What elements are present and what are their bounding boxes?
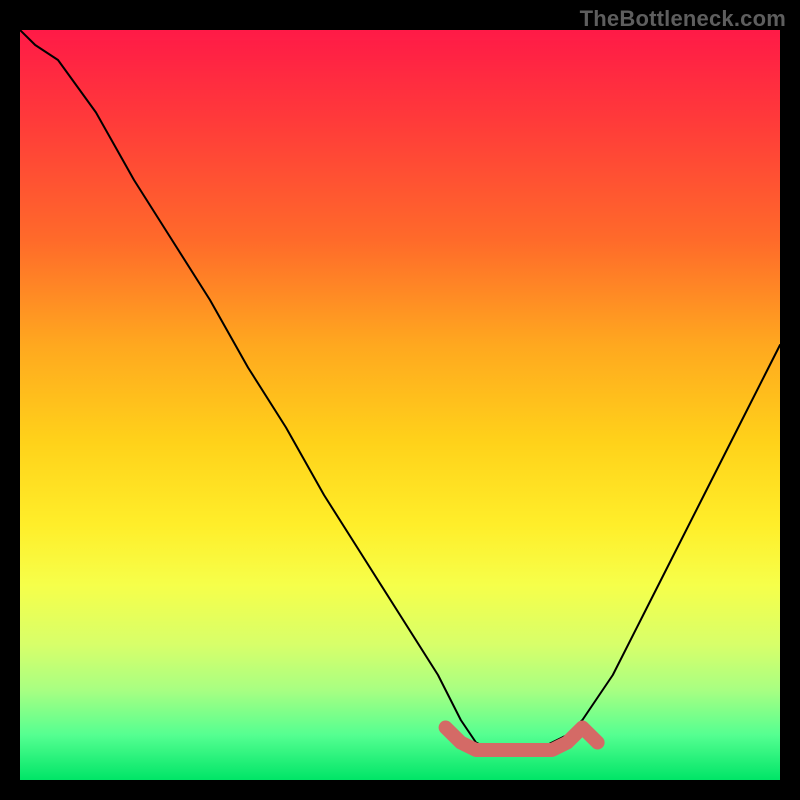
bottleneck-curve bbox=[20, 30, 780, 750]
chart-stage: TheBottleneck.com bbox=[0, 0, 800, 800]
curve-layer bbox=[20, 30, 780, 780]
plot-area bbox=[20, 30, 780, 780]
watermark-text: TheBottleneck.com bbox=[580, 6, 786, 32]
